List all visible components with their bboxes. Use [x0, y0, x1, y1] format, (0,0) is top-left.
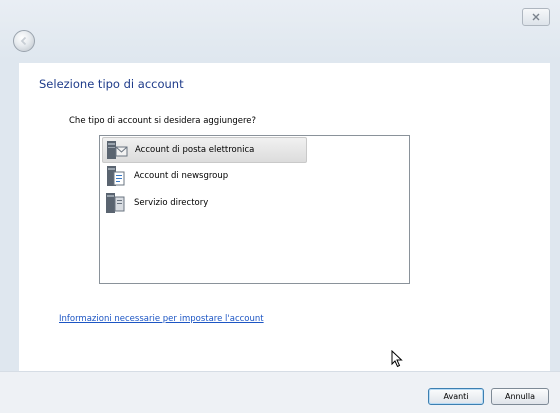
cancel-button[interactable]: Annulla [491, 388, 549, 405]
list-item-directory-service[interactable]: Servizio directory [102, 190, 208, 216]
account-info-link[interactable]: Informazioni necessarie per impostare l'… [59, 314, 264, 324]
dialog-content: Selezione tipo di account Che tipo di ac… [19, 63, 550, 371]
directory-service-icon [104, 191, 128, 215]
title-bar [0, 0, 560, 64]
back-button[interactable] [13, 30, 35, 52]
list-item-label: Servizio directory [134, 198, 209, 208]
list-item-label: Account di posta elettronica [135, 145, 255, 155]
page-title: Selezione tipo di account [39, 77, 184, 91]
list-item-newsgroup-account[interactable]: Account di newsgroup [102, 163, 228, 189]
next-button[interactable]: Avanti [428, 388, 484, 405]
account-type-list[interactable]: Account di posta elettronica Account di … [99, 135, 410, 284]
mouse-pointer-icon [391, 349, 403, 372]
add-account-dialog: Selezione tipo di account Che tipo di ac… [0, 0, 560, 413]
close-button[interactable] [522, 8, 550, 26]
account-type-question: Che tipo di account si desidera aggiunge… [69, 116, 257, 126]
list-item-email-account[interactable]: Account di posta elettronica [102, 137, 307, 163]
list-item-label: Account di newsgroup [134, 171, 229, 181]
newsgroup-account-icon [104, 164, 128, 188]
dialog-footer: Avanti Annulla [0, 371, 560, 413]
email-account-icon [105, 138, 129, 162]
